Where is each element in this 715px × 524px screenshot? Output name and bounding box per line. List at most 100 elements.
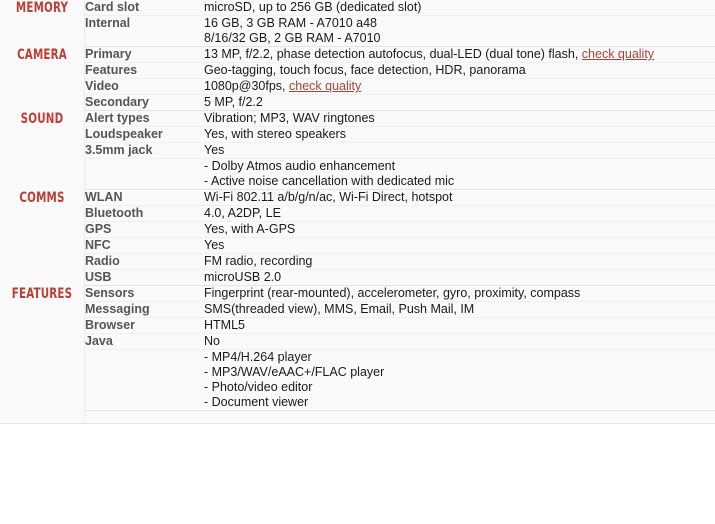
spec-value-text: 13 MP, f/2.2, phase detection autofocus,…: [204, 47, 579, 61]
spec-row: COMMS WLAN Wi-Fi 802.11 a/b/g/n/ac, Wi-Fi …: [0, 189, 715, 286]
spec-label: GPS: [84, 221, 204, 238]
spec-label: Features: [84, 62, 204, 79]
spec-row: Radio FM radio, recording: [0, 253, 715, 270]
clipped-category-cell: [0, 410, 85, 424]
spec-value-line: microSD, up to 256 GB (dedicated slot): [204, 0, 715, 15]
spec-value-line: Wi-Fi 802.11 a/b/g/n/ac, Wi-Fi Direct, h…: [204, 190, 715, 205]
spec-value: Wi-Fi 802.11 a/b/g/n/ac, Wi-Fi Direct, h…: [204, 189, 715, 206]
spec-row: Secondary 5 MP, f/2.2: [0, 94, 715, 111]
spec-row: Bluetooth 4.0, A2DP, LE: [0, 205, 715, 222]
category-label: FEATURES: [11, 285, 73, 302]
category-cell-camera: CAMERA: [0, 46, 85, 111]
spec-value-line: - Photo/video editor: [204, 380, 715, 395]
spec-value: Yes: [204, 237, 715, 254]
spec-value: FM radio, recording: [204, 253, 715, 270]
spec-value: No: [204, 333, 715, 350]
spec-value-text: - Dolby Atmos audio enhancement: [204, 159, 396, 173]
spec-value: Yes, with A-GPS: [204, 221, 715, 238]
spec-value-text: - Photo/video editor: [204, 380, 313, 394]
spec-row: Video 1080p@30fps, check quality: [0, 78, 715, 95]
spec-value-line: Yes: [204, 143, 715, 158]
spec-value-line: - MP4/H.264 player: [204, 350, 715, 365]
spec-value-text: 1080p@30fps,: [204, 79, 286, 93]
spec-value: SMS(threaded view), MMS, Email, Push Mai…: [204, 301, 715, 318]
spec-row: Features Geo-tagging, touch focus, face d…: [0, 62, 715, 79]
clipped-label-cell: [84, 410, 204, 424]
spec-label: Bluetooth: [84, 205, 204, 222]
spec-value-line: 4.0, A2DP, LE: [204, 206, 715, 221]
spec-value-line: Yes: [204, 238, 715, 253]
spec-label: Sensors: [84, 285, 204, 302]
spec-value: 13 MP, f/2.2, phase detection autofocus,…: [204, 46, 715, 63]
spec-label: USB: [84, 269, 204, 286]
spec-row: Messaging SMS(threaded view), MMS, Email,…: [0, 301, 715, 318]
spec-label-empty: [84, 349, 204, 411]
spec-value-line: 5 MP, f/2.2: [204, 95, 715, 110]
spec-value: 4.0, A2DP, LE: [204, 205, 715, 222]
check-quality-link[interactable]: check quality: [289, 79, 361, 93]
spec-value-text: Wi-Fi 802.11 a/b/g/n/ac, Wi-Fi Direct, h…: [204, 190, 453, 204]
spec-value-line: FM radio, recording: [204, 254, 715, 269]
spec-value-text: Yes, with stereo speakers: [204, 127, 346, 141]
category-label: SOUND: [20, 110, 64, 127]
spec-value-line: 1080p@30fps, check quality: [204, 79, 715, 94]
spec-row: FEATURES Sensors Fingerprint (rear-mounted…: [0, 285, 715, 411]
spec-table-body: MEMORY Card slot microSD, up to 256 GB (de…: [0, 0, 715, 424]
spec-label: Browser: [84, 317, 204, 334]
check-quality-link[interactable]: check quality: [582, 47, 654, 61]
category-cell-sound: SOUND: [0, 110, 85, 190]
spec-value-text: 8/16/32 GB, 2 GB RAM - A7010: [204, 31, 381, 45]
spec-row: 3.5mm jack Yes: [0, 142, 715, 159]
spec-label: Radio: [84, 253, 204, 270]
spec-value-text: 16 GB, 3 GB RAM - A7010 a48: [204, 16, 378, 30]
spec-row: Loudspeaker Yes, with stereo speakers: [0, 126, 715, 143]
spec-row: GPS Yes, with A-GPS: [0, 221, 715, 238]
spec-label: WLAN: [84, 189, 204, 206]
spec-value-text: - Document viewer: [204, 395, 309, 409]
spec-value-line: Yes, with stereo speakers: [204, 127, 715, 142]
spec-value-text: - MP3/WAV/eAAC+/FLAC player: [204, 365, 385, 379]
spec-value-text: Yes, with A-GPS: [204, 222, 296, 236]
clipped-bottom-row: [0, 410, 715, 424]
spec-value-text: Vibration; MP3, WAV ringtones: [204, 111, 375, 125]
spec-value-line: Vibration; MP3, WAV ringtones: [204, 111, 715, 126]
spec-value-line: - Dolby Atmos audio enhancement: [204, 159, 715, 174]
spec-value-text: Yes: [204, 143, 225, 157]
spec-value-line: HTML5: [204, 318, 715, 333]
spec-value-text: - Active noise cancellation with dedicat…: [204, 174, 455, 188]
spec-label-empty: [84, 158, 204, 190]
spec-row: MEMORY Card slot microSD, up to 256 GB (de…: [0, 0, 715, 47]
category-cell-features: FEATURES: [0, 285, 85, 411]
spec-value: - Dolby Atmos audio enhancement - Active …: [204, 158, 715, 190]
spec-row: CAMERA Primary 13 MP, f/2.2, phase detecti…: [0, 46, 715, 111]
spec-value-line: - MP3/WAV/eAAC+/FLAC player: [204, 365, 715, 380]
spec-value-line: Fingerprint (rear-mounted), acceleromete…: [204, 286, 715, 301]
spec-label: Alert types: [84, 110, 204, 127]
category-label: CAMERA: [17, 46, 67, 63]
spec-value-line: Yes, with A-GPS: [204, 222, 715, 237]
spec-value-text: - MP4/H.264 player: [204, 350, 312, 364]
spec-value-text: microUSB 2.0: [204, 270, 282, 284]
spec-label: Internal: [84, 15, 204, 47]
spec-label: NFC: [84, 237, 204, 254]
spec-value: microUSB 2.0: [204, 269, 715, 286]
spec-value-text: Yes: [204, 238, 225, 252]
spec-row: - MP4/H.264 player - MP3/WAV/eAAC+/FLAC p…: [0, 349, 715, 411]
spec-row: NFC Yes: [0, 237, 715, 254]
spec-label: Primary: [84, 46, 204, 63]
spec-row: USB microUSB 2.0: [0, 269, 715, 286]
spec-value-text: 5 MP, f/2.2: [204, 95, 263, 109]
spec-value: 1080p@30fps, check quality: [204, 78, 715, 95]
spec-label: Video: [84, 78, 204, 95]
spec-value-line: No: [204, 334, 715, 349]
spec-label: Messaging: [84, 301, 204, 318]
spec-value-text: SMS(threaded view), MMS, Email, Push Mai…: [204, 302, 475, 316]
spec-value: Yes, with stereo speakers: [204, 126, 715, 143]
spec-value: 16 GB, 3 GB RAM - A7010 a48 8/16/32 GB, 2…: [204, 15, 715, 47]
spec-value-text: No: [204, 334, 220, 348]
spec-value: Vibration; MP3, WAV ringtones: [204, 110, 715, 127]
spec-label: Secondary: [84, 94, 204, 111]
spec-value-line: SMS(threaded view), MMS, Email, Push Mai…: [204, 302, 715, 317]
spec-value-line: Geo-tagging, touch focus, face detection…: [204, 63, 715, 78]
spec-value-text: Fingerprint (rear-mounted), acceleromete…: [204, 286, 581, 300]
